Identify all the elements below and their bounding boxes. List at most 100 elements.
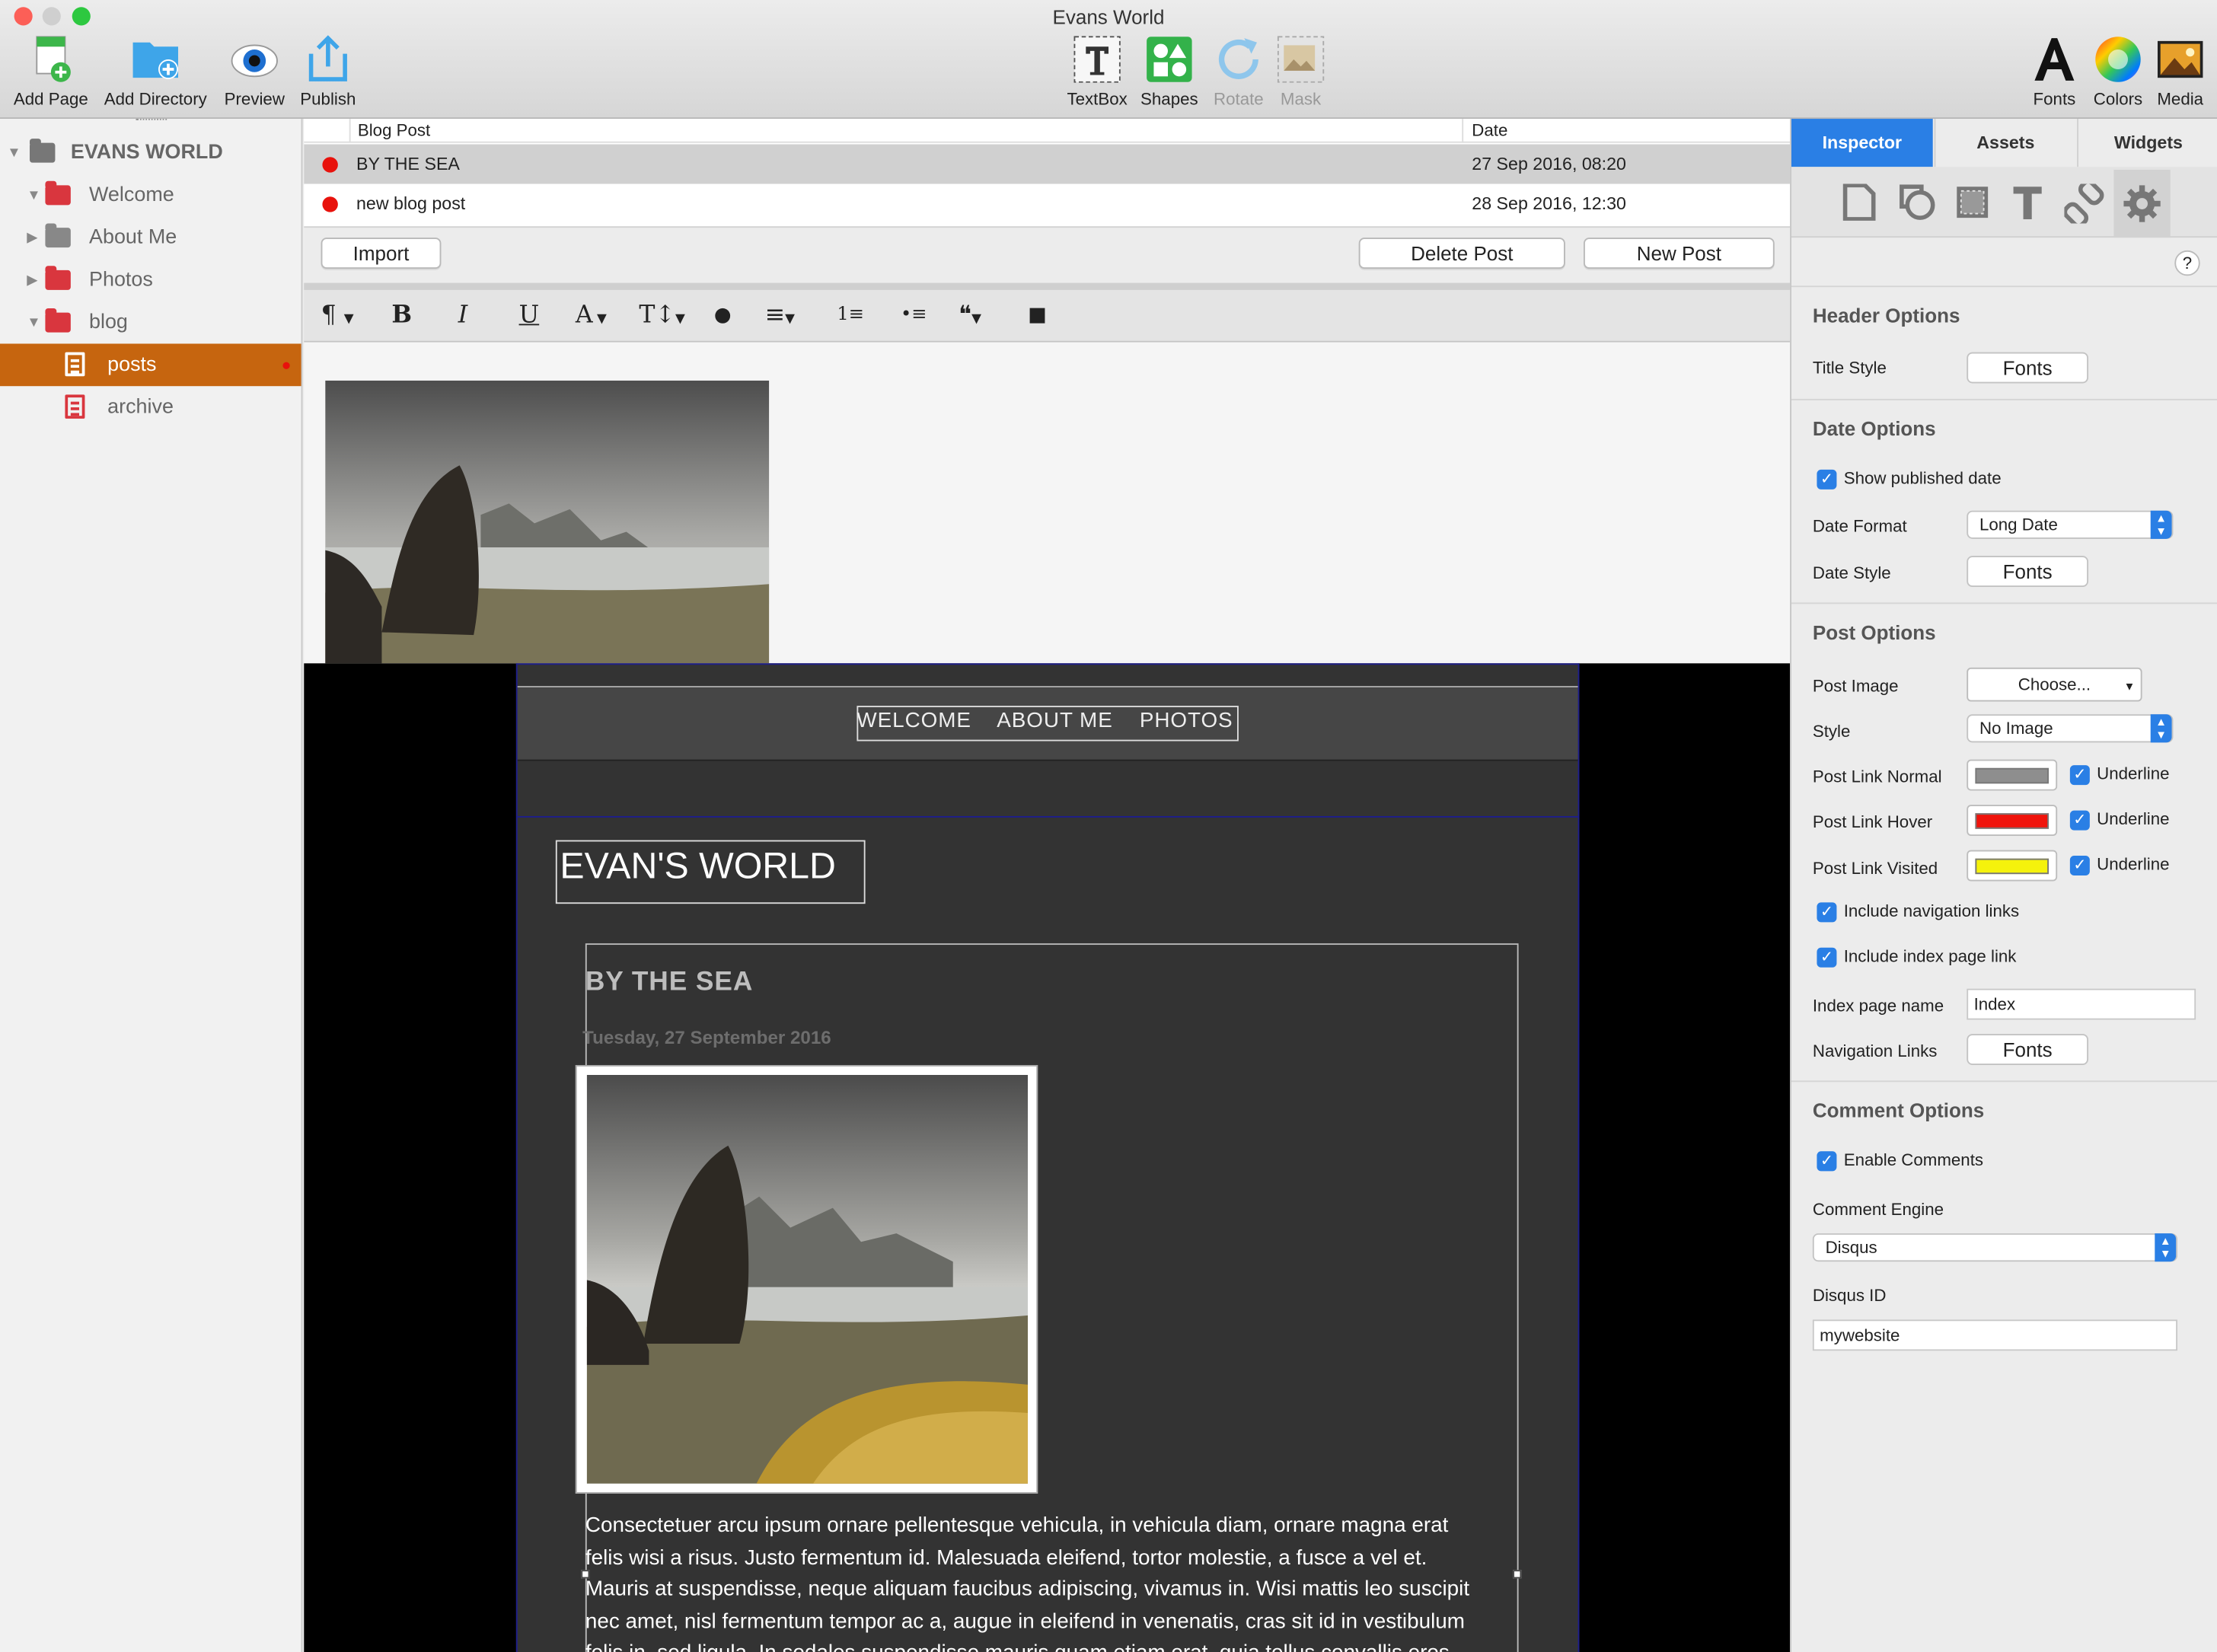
disclosure-collapsed-icon[interactable]: ▶ <box>27 273 37 288</box>
date-style-label: Date Style <box>1812 563 1891 583</box>
image-settings-icon[interactable] <box>1954 184 1991 228</box>
post-image-frame[interactable] <box>575 1064 1038 1494</box>
post-body-text[interactable]: Consectetuer arcu ipsum ornare pellentes… <box>585 1510 1469 1652</box>
text-color-button[interactable]: ● <box>714 304 732 327</box>
include-index-checkbox[interactable]: ✓ <box>1817 947 1837 968</box>
preview-button[interactable]: Preview <box>221 34 289 109</box>
import-button[interactable]: Import <box>321 238 442 269</box>
post-date-text: Tuesday, 27 September 2016 <box>582 1026 831 1048</box>
underline-normal-label: Underline <box>2097 764 2170 784</box>
folder-icon <box>30 139 56 163</box>
post-style-select[interactable]: No Image ▲ ▼ <box>1967 714 2174 743</box>
shape-settings-icon[interactable] <box>1899 184 1935 228</box>
paragraph-style-button[interactable]: ¶ ▼ <box>321 301 354 330</box>
bold-button[interactable]: B <box>391 301 412 330</box>
underline-visited-checkbox[interactable]: ✓ <box>2069 856 2090 876</box>
colors-button[interactable]: Colors <box>2088 34 2148 109</box>
disclosure-expanded-icon[interactable]: ▼ <box>27 187 40 203</box>
publish-label: Publish <box>300 89 356 110</box>
align-button[interactable]: ≡▼ <box>765 301 795 330</box>
rotate-button[interactable]: Rotate <box>1207 34 1270 109</box>
underline-button[interactable]: U <box>519 301 540 330</box>
resize-handle-right[interactable] <box>1513 1570 1522 1579</box>
bullet-list-button[interactable]: •≡ <box>901 304 927 325</box>
post-title: new blog post <box>356 193 466 214</box>
sidebar-item-about-me[interactable]: ▶ About Me <box>0 216 301 259</box>
page-settings-icon[interactable] <box>1842 183 1877 228</box>
resize-handle-left[interactable] <box>581 1570 590 1579</box>
video-button[interactable]: ■ <box>1028 304 1047 327</box>
table-header <box>304 119 1791 143</box>
nav-link-about-me[interactable]: ABOUT ME <box>997 709 1112 733</box>
tab-assets[interactable]: Assets <box>1934 119 2076 167</box>
dropdown-arrow-icon: ▼ <box>2123 680 2136 694</box>
column-header-blog-post[interactable]: Blog Post <box>349 119 430 143</box>
add-directory-button[interactable]: Add Directory <box>99 34 212 109</box>
title-style-fonts-button[interactable]: Fonts <box>1967 352 2089 384</box>
post-link-hover-color-well[interactable] <box>1967 805 2058 837</box>
text-size-button[interactable]: T↕▼ <box>639 301 684 330</box>
disclosure-expanded-icon[interactable]: ▼ <box>7 145 21 160</box>
underline-visited-label: Underline <box>2097 854 2170 875</box>
index-page-name-input[interactable]: Index <box>1967 988 2196 1020</box>
sidebar-item-welcome[interactable]: ▼ Welcome <box>0 174 301 217</box>
disclosure-expanded-icon[interactable]: ▼ <box>27 314 40 330</box>
post-link-visited-color-well[interactable] <box>1967 850 2058 882</box>
folder-icon <box>45 308 71 333</box>
page-canvas[interactable]: WELCOME ABOUT ME PHOTOS EVAN'S WORLD BY … <box>515 663 1580 1652</box>
nav-link-welcome[interactable]: WELCOME <box>856 709 971 733</box>
tab-widgets[interactable]: Widgets <box>2077 119 2217 167</box>
sidebar-item-posts[interactable]: posts <box>0 343 301 387</box>
textbox-button[interactable]: TextBox <box>1062 34 1133 109</box>
add-page-button[interactable]: Add Page <box>11 34 91 109</box>
sidebar-item-label: posts <box>107 353 157 377</box>
post-link-visited-label: Post Link Visited <box>1812 858 1938 879</box>
post-editor[interactable] <box>304 342 1791 664</box>
enable-comments-checkbox[interactable]: ✓ <box>1817 1151 1837 1172</box>
post-link-normal-color-well[interactable] <box>1967 759 2058 791</box>
table-row[interactable]: BY THE SEA 27 Sep 2016, 08:20 <box>304 144 1791 184</box>
rotate-icon <box>1213 34 1264 85</box>
divider <box>1791 1080 2217 1083</box>
disqus-id-label: Disqus ID <box>1812 1285 1887 1306</box>
disqus-id-input[interactable]: mywebsite <box>1812 1319 2178 1351</box>
delete-post-button[interactable]: Delete Post <box>1358 238 1565 269</box>
include-nav-label: Include navigation links <box>1843 901 2020 921</box>
tab-inspector[interactable]: Inspector <box>1791 119 1933 167</box>
comment-engine-select[interactable]: Disqus ▲ ▼ <box>1812 1233 2178 1262</box>
sidebar-item-archive[interactable]: archive <box>0 386 301 429</box>
underline-normal-checkbox[interactable]: ✓ <box>2069 765 2090 786</box>
date-style-fonts-button[interactable]: Fonts <box>1967 556 2089 588</box>
new-post-button[interactable]: New Post <box>1584 238 1775 269</box>
column-header-date[interactable]: Date <box>1462 119 1507 143</box>
publish-button[interactable]: Publish <box>294 34 362 109</box>
sidebar-item-photos[interactable]: ▶ Photos <box>0 259 301 301</box>
disclosure-collapsed-icon[interactable]: ▶ <box>27 230 37 245</box>
help-button[interactable]: ? <box>2174 250 2200 276</box>
mask-button[interactable]: Mask <box>1272 34 1329 109</box>
table-row[interactable]: new blog post 28 Sep 2016, 12:30 <box>304 184 1790 224</box>
post-image-choose-button[interactable]: Choose... ▼ <box>1967 667 2142 702</box>
media-button[interactable]: Media <box>2152 34 2209 109</box>
quote-button[interactable]: ❝▼ <box>959 301 981 330</box>
include-nav-checkbox[interactable]: ✓ <box>1817 902 1837 923</box>
link-settings-icon[interactable] <box>2062 179 2104 231</box>
show-published-checkbox[interactable]: ✓ <box>1817 469 1837 490</box>
navigation-links-fonts-button[interactable]: Fonts <box>1967 1034 2089 1065</box>
shapes-button[interactable]: Shapes <box>1137 34 1201 109</box>
post-body-line: felis wisi a risus. Justo fermentum id. … <box>585 1545 1427 1570</box>
date-format-select[interactable]: Long Date ▲ ▼ <box>1967 510 2174 539</box>
fonts-button[interactable]: Fonts <box>2027 34 2081 109</box>
nav-link-photos[interactable]: PHOTOS <box>1140 709 1233 733</box>
sidebar-item-blog[interactable]: ▼ blog <box>0 301 301 344</box>
text-settings-icon[interactable] <box>2011 184 2045 228</box>
post-link-normal-label: Post Link Normal <box>1812 766 1942 786</box>
editor-post-image[interactable] <box>325 380 770 664</box>
ordered-list-button[interactable]: 1≡ <box>837 304 864 325</box>
italic-button[interactable]: I <box>458 301 467 330</box>
sidebar-resize-handle[interactable] <box>136 119 167 124</box>
font-button[interactable]: A ▼ <box>576 301 607 330</box>
select-arrows-icon: ▲ ▼ <box>2150 714 2172 743</box>
underline-hover-checkbox[interactable]: ✓ <box>2069 810 2090 831</box>
sidebar-item-root[interactable]: ▼ EVANS WORLD <box>0 132 301 174</box>
